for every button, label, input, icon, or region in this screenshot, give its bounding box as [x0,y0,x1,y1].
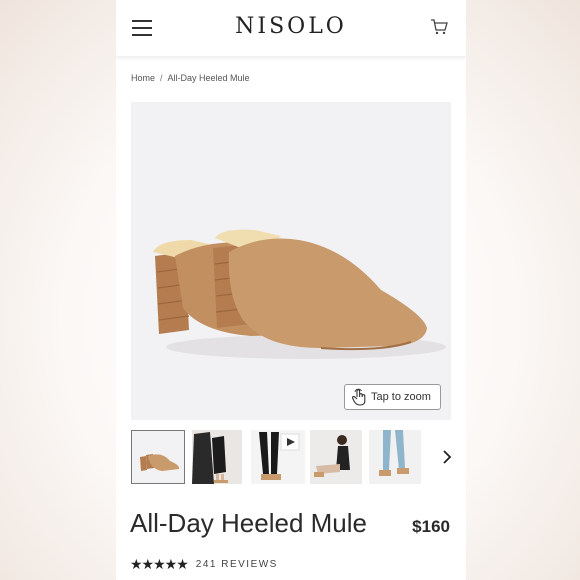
cart-icon [431,19,448,35]
breadcrumb: Home / All-Day Heeled Mule [131,73,250,83]
thumbnail-strip [131,430,452,484]
tap-hand-icon [352,388,366,406]
brand-logo[interactable]: NISOLO [116,14,466,39]
zoom-label: Tap to zoom [371,391,431,403]
breadcrumb-current[interactable]: All-Day Heeled Mule [168,73,250,83]
tap-to-zoom-button[interactable]: Tap to zoom [344,384,441,410]
thumb-model-dress[interactable] [192,430,246,484]
thumb-model-jeans[interactable] [369,430,423,484]
product-rating[interactable]: ★★★★★ 241 REVIEWS [130,556,278,573]
product-main-image[interactable]: Tap to zoom [131,102,451,420]
product-shoe-image [153,229,446,359]
breadcrumb-separator: / [160,73,163,83]
thumb-shoe-pair[interactable] [131,430,185,484]
product-title: All-Day Heeled Mule [130,508,367,538]
next-thumbnails-button[interactable] [439,448,455,466]
star-rating-icon: ★★★★★ [130,556,189,572]
reviews-link[interactable]: 241 REVIEWS [196,559,278,570]
thumb-model-video[interactable] [251,430,305,484]
thumb-shoe-image [132,431,184,483]
thumb-model-seated[interactable] [310,430,364,484]
chevron-right-icon [443,450,452,464]
cart-button[interactable] [430,18,448,36]
product-price: $160 [412,517,450,536]
breadcrumb-home[interactable]: Home [131,73,155,83]
site-header: NISOLO [116,0,466,56]
mobile-page: NISOLO Home / All-Day Heeled Mule Tap to… [116,0,466,580]
